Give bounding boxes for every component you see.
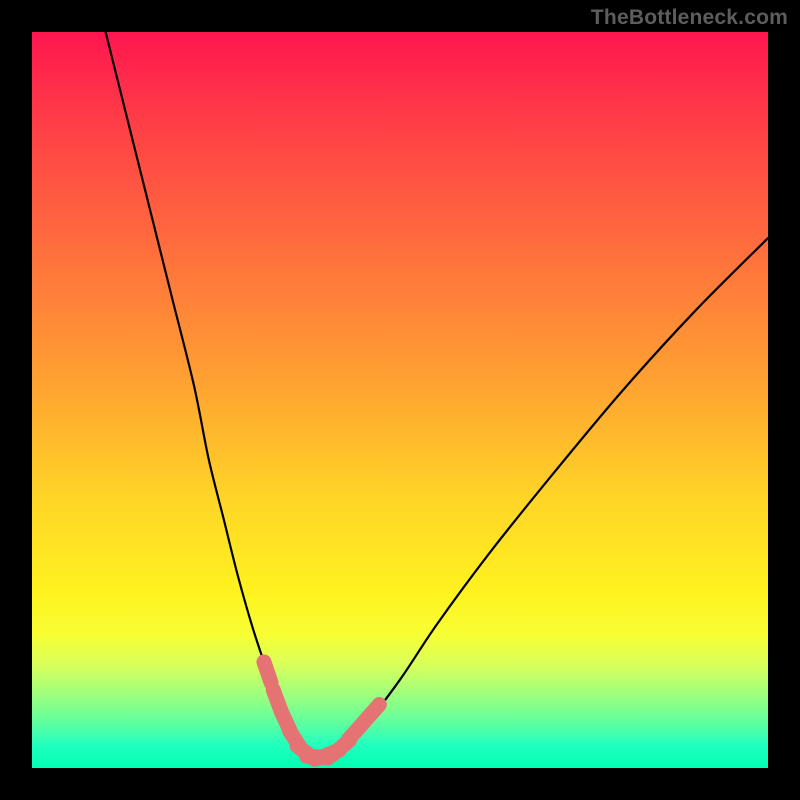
outer-frame: TheBottleneck.com bbox=[0, 0, 800, 800]
marker-layer bbox=[264, 662, 379, 759]
watermark-text: TheBottleneck.com bbox=[591, 6, 788, 30]
bottleneck-curve bbox=[106, 32, 768, 757]
marker-left-upper bbox=[264, 662, 271, 683]
chart-svg bbox=[32, 32, 768, 768]
plot-area bbox=[32, 32, 768, 768]
marker-right-upper bbox=[365, 705, 380, 722]
